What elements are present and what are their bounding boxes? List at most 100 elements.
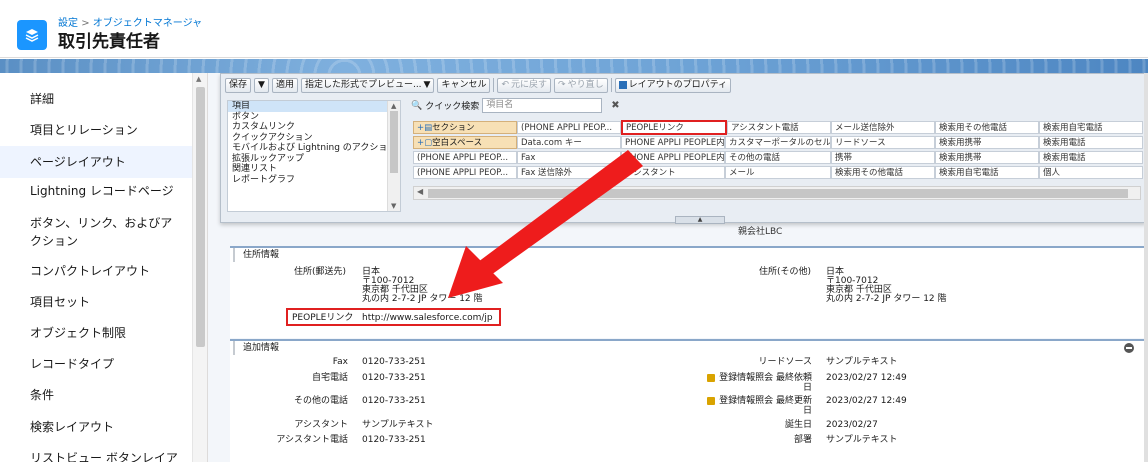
palette-field[interactable]: Fax [517,151,621,164]
palette-field-people-link[interactable]: PEOPLEリンク [621,120,727,135]
scroll-up-icon[interactable]: ▲ [391,102,396,110]
redo-icon: ↷ [558,79,566,90]
palette-category-buttons[interactable]: ボタン [228,112,400,123]
scroll-left-icon[interactable]: ◀ [417,187,423,196]
sidebar-item-fields[interactable]: 項目とリレーション [0,120,192,140]
palette-field[interactable]: その他の電話 [725,151,831,164]
additional-info-section-header[interactable]: 追加情報 [233,341,1144,355]
sidebar-item-buttons[interactable]: ボタン、リンク、およびア [0,213,192,233]
palette-field[interactable]: Fax 送信除外 [517,166,621,179]
sidebar-item-page-layouts[interactable]: ページレイアウト [0,146,192,178]
palette-category-expanded-lookups[interactable]: 拡張ルックアップ [228,154,400,165]
palette-field[interactable]: アシスタント電話 [727,121,831,134]
palette-field[interactable]: 携帯 [831,151,935,164]
palette-section-label: セクション [432,123,475,133]
palette-category-custom-links[interactable]: カスタムリンク [228,122,400,133]
scrollbar-thumb[interactable] [196,87,205,347]
palette-field[interactable]: 検索用自宅電話 [935,166,1039,179]
lock-icon [707,396,716,405]
quick-search-input[interactable]: 項目名 [482,98,603,113]
sidebar-scrollbar[interactable]: ▲ [192,73,207,462]
sidebar-item-object-limits[interactable]: オブジェクト制限 [0,323,192,343]
toolbar-divider [493,78,495,92]
palette-category-quick-actions[interactable]: クイックアクション [228,133,400,144]
palette-field[interactable]: PHONE APPLI PEOPLE内 [621,136,725,149]
field-palette: 保存 ▼ 適用 指定した形式でプレビュー... ▼ キャンセル ↶ 元に戻す ↷ やり… [220,73,1146,224]
save-dropdown-button[interactable]: ▼ [254,77,269,93]
scroll-down-icon[interactable]: ▼ [391,202,396,210]
category-scrollbar[interactable]: ▲ ▼ [387,101,400,211]
scrollbar-thumb[interactable] [390,111,398,173]
palette-field[interactable]: PHONE APPLI PEOPLE内 [621,151,725,164]
palette-collapse-handle[interactable]: ▲ [675,216,725,224]
field-label-department: 部署 [793,435,812,445]
palette-field[interactable]: 検索用自宅電話 [1039,121,1143,134]
other-address-street: 丸の内 2-7-2 JP タワー 12 階 [826,294,947,304]
palette-field[interactable]: (PHONE APPLI PEOP... [413,166,517,179]
palette-field[interactable]: メール送信除外 [831,121,935,134]
content-scrollbar[interactable] [1144,73,1148,462]
palette-field[interactable]: 検索用電話 [1039,151,1143,164]
sidebar-item-field-sets[interactable]: 項目セット [0,292,192,312]
sidebar-item-conditions[interactable]: 条件 [0,385,192,405]
field-label-last-update-text: 登録情報照会 最終更新日 [719,396,812,416]
apply-button[interactable]: 適用 [271,77,298,93]
chevron-down-icon: ▼ [258,79,265,90]
scroll-up-icon[interactable]: ▲ [196,75,201,83]
palette-field[interactable]: Data.com キー [517,136,621,149]
sidebar-item-list-view-buttons[interactable]: リストビュー ボタンレイア [0,448,192,462]
palette-section[interactable]: +▤セクション [413,121,517,134]
palette-field[interactable]: リードソース [831,136,935,149]
quick-search: 🔍 クイック検索 項目名 ✖ [411,98,620,113]
palette-field[interactable]: 検索用携帯 [935,151,1039,164]
palette-field[interactable]: (PHONE APPLI PEOP... [413,151,517,164]
sidebar-item-lightning-pages[interactable]: Lightning レコードページ [0,181,192,201]
sidebar-item-compact-layouts[interactable]: コンパクトレイアウト [0,261,192,281]
search-icon: 🔍 [411,100,423,111]
redo-button[interactable]: ↷ やり直し [554,77,608,93]
undo-button-label: 元に戻す [511,79,548,90]
field-label-lead-source: リードソース [758,357,812,367]
cancel-button[interactable]: キャンセル [437,77,491,93]
layout-toolbar: 保存 ▼ 適用 指定した形式でプレビュー... ▼ キャンセル ↶ 元に戻す ↷ やり… [225,77,732,93]
preview-button[interactable]: 指定した形式でプレビュー... ▼ [300,77,435,93]
sidebar-item-record-types[interactable]: レコードタイプ [0,354,192,374]
page-layout-editor: 親会社LBC 住所情報 住所(郵送先) 日本 〒100-7012 東京都 千代田… [208,73,1148,462]
palette-category-mobile-actions[interactable]: モバイルおよび Lightning のアクション [228,143,400,154]
palette-field[interactable]: アシスタント [621,166,725,179]
save-button[interactable]: 保存 [225,77,252,93]
field-value-lead-source: サンプルテキスト [826,357,898,367]
palette-category-fields[interactable]: 項目 [228,101,400,112]
palette-field[interactable]: メール [725,166,831,179]
clear-search-icon[interactable]: ✖ [611,100,619,111]
palette-field[interactable]: (PHONE APPLI PEOP... [517,121,621,134]
palette-field[interactable]: 検索用その他電話 [831,166,935,179]
palette-category-related-lists[interactable]: 関連リスト [228,164,400,175]
palette-field[interactable]: 検索用携帯 [935,136,1039,149]
other-address-label: 住所(その他) [758,267,811,277]
palette-category-list: 項目 ボタン カスタムリンク クイックアクション モバイルおよび Lightni… [227,100,401,212]
field-label-last-update: 登録情報照会 最終更新日 [704,396,812,416]
palette-field[interactable]: 個人 [1039,166,1143,179]
people-link-value[interactable]: http://www.salesforce.com/jp [362,313,493,323]
palette-category-report-charts[interactable]: レポートグラフ [228,175,400,186]
scrollbar-thumb[interactable] [428,189,1128,198]
palette-field[interactable]: 検索用その他電話 [935,121,1039,134]
redo-button-label: やり直し [567,79,604,90]
palette-field[interactable]: 検索用電話 [1039,136,1143,149]
sidebar-item-details[interactable]: 詳細 [0,89,192,109]
field-value-assistant: サンプルテキスト [362,420,434,430]
palette-horizontal-scrollbar[interactable]: ◀ [413,186,1141,200]
palette-field[interactable]: カスタマーポータルのセルフ登 [725,136,831,149]
sidebar-item-buttons-cont[interactable]: クション [0,231,192,251]
layout-properties-button[interactable]: レイアウトのプロパティ [614,77,732,93]
field-parent-lbc[interactable]: 親会社LBC [738,224,782,237]
address-section-header[interactable]: 住所情報 [233,248,1144,262]
palette-blank-space[interactable]: +▢空白スペース [413,136,517,149]
field-value-fax: 0120-733-251 [362,357,426,367]
undo-button[interactable]: ↶ 元に戻す [497,77,552,93]
sidebar-item-search-layouts[interactable]: 検索レイアウト [0,417,192,437]
collapse-section-icon[interactable] [1124,343,1134,353]
mailing-address-street: 丸の内 2-7-2 JP タワー 12 階 [362,294,483,304]
field-value-birthdate: 2023/02/27 [826,420,878,430]
